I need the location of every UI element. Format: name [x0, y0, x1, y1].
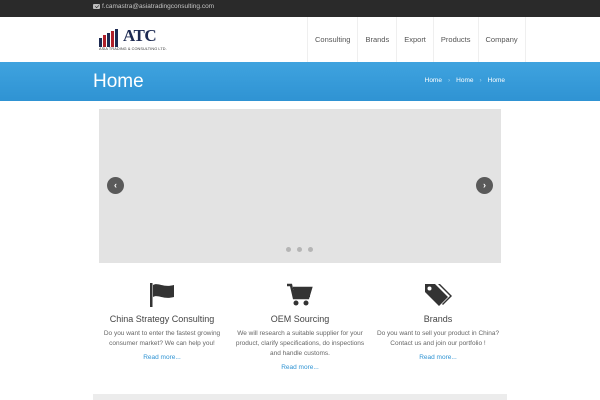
feature-title: OEM Sourcing [270, 314, 330, 324]
page-banner: Home Home › Home › Home [0, 62, 600, 101]
envelope-icon [93, 4, 100, 9]
feature-brands: Brands Do you want to sell your product … [368, 282, 508, 361]
shopping-cart-icon [287, 283, 313, 306]
logo-word: ATC [123, 26, 157, 45]
chevron-left-icon[interactable]: ‹ [107, 177, 124, 194]
contact-email[interactable]: f.camastra@asiatradingconsulting.com [102, 3, 214, 10]
slider-dot[interactable] [297, 247, 302, 252]
nav-item-brands[interactable]: Brands [357, 17, 396, 62]
nav-item-company[interactable]: Company [477, 17, 526, 62]
read-more-link[interactable]: Read more... [368, 354, 508, 361]
feature-text: Do you want to sell your product in Chin… [376, 330, 500, 347]
nav-item-export[interactable]: Export [396, 17, 433, 62]
feature-title: China Strategy Consulting [109, 314, 215, 324]
nav-item-products[interactable]: Products [432, 17, 478, 62]
read-more-link[interactable]: Read more... [92, 354, 232, 361]
flag-icon [150, 283, 174, 307]
logo-tagline: ASIA TRADING & CONSULTING LTD. [99, 47, 167, 51]
breadcrumb: Home › Home › Home [425, 77, 505, 84]
page-title: Home [93, 71, 144, 92]
breadcrumb-item[interactable]: Home [425, 77, 442, 84]
logo-bars-icon [99, 29, 121, 47]
feature-text: We will research a suitable supplier for… [235, 330, 365, 357]
slider-dot[interactable] [286, 247, 291, 252]
breadcrumb-separator: › [447, 77, 451, 84]
nav-item-consulting[interactable]: Consulting [307, 17, 357, 62]
chevron-right-icon[interactable]: › [476, 177, 493, 194]
feature-text: Do you want to enter the fastest growing… [103, 330, 221, 347]
site-header: ATC ASIA TRADING & CONSULTING LTD. Consu… [0, 17, 600, 62]
feature-title: Brands [423, 314, 453, 324]
main-nav: Consulting Brands Export Products Compan… [307, 17, 526, 62]
breadcrumb-item[interactable]: Home [456, 77, 473, 84]
image-slider: ‹ › [99, 109, 501, 263]
feature-oem-sourcing: OEM Sourcing We will research a suitable… [230, 282, 370, 371]
feature-consulting: China Strategy Consulting Do you want to… [92, 282, 232, 361]
tags-icon [425, 284, 452, 306]
slider-dot[interactable] [308, 247, 313, 252]
footer-strip [93, 394, 507, 400]
read-more-link[interactable]: Read more... [230, 364, 370, 371]
breadcrumb-separator: › [479, 77, 482, 84]
slider-pagination [286, 247, 319, 252]
breadcrumb-current: Home [487, 77, 505, 84]
top-bar: f.camastra@asiatradingconsulting.com [0, 0, 600, 17]
logo[interactable]: ATC ASIA TRADING & CONSULTING LTD. [99, 26, 169, 53]
